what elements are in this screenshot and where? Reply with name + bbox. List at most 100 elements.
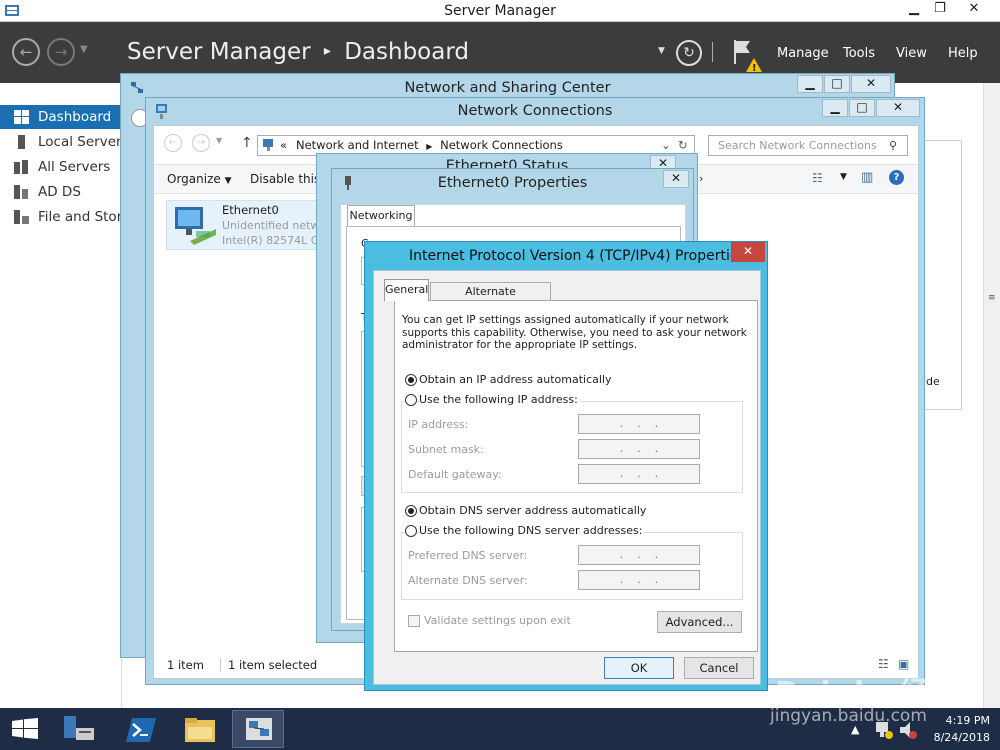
adapter-device: Intel(R) 82574L Gig (222, 234, 322, 247)
back-icon[interactable]: ← (12, 38, 40, 66)
window-title: Server Manager (444, 3, 556, 19)
menu-view[interactable]: View (896, 46, 927, 61)
nsc-close-button[interactable]: ✕ (851, 75, 891, 93)
preferred-dns-field[interactable]: ... (578, 545, 700, 565)
server-manager-taskbar-icon (64, 716, 94, 740)
alternate-dns-field[interactable]: ... (578, 570, 700, 590)
obtain-ip-auto-radio[interactable] (405, 374, 417, 386)
tab-alternate-configuration[interactable]: Alternate Configuration (430, 282, 551, 316)
taskbar-powershell[interactable] (114, 710, 166, 748)
adapter-ethernet0[interactable]: Ethernet0 Unidentified netw Intel(R) 825… (166, 200, 326, 250)
use-static-ip-radio[interactable] (405, 394, 417, 406)
history-dropdown-icon[interactable]: ▼ (80, 44, 88, 55)
tab-networking[interactable]: Networking (347, 205, 415, 227)
minimize-button[interactable]: ▁ (900, 0, 928, 20)
watermark-url: jingyan.baidu.com (770, 706, 927, 726)
sidebar-item-label: File and Stora (38, 209, 122, 225)
forward-icon[interactable]: → (47, 38, 75, 66)
validate-checkbox[interactable] (408, 615, 420, 627)
taskbar-network-connections[interactable] (232, 710, 284, 748)
netconn-minimize-button[interactable]: ▁ (822, 99, 848, 117)
header-divider (712, 42, 713, 62)
breadcrumb: Server Manager ▸ Dashboard (127, 39, 469, 65)
use-static-ip-label[interactable]: Use the following IP address: (419, 393, 580, 406)
address-network-icon (263, 139, 273, 151)
sidebar-item-ad-ds[interactable]: AD DS (0, 180, 122, 204)
preview-pane-icon[interactable]: ▥ (861, 170, 873, 185)
nsc-maximize-button[interactable]: □ (824, 75, 850, 93)
address-prefix: « (280, 138, 288, 152)
menu-manage[interactable]: Manage (777, 46, 829, 61)
nsc-minimize-button[interactable]: ▁ (797, 75, 823, 93)
preferred-dns-label: Preferred DNS server: (408, 549, 528, 562)
general-tab-panel: You can get IP settings assigned automat… (394, 300, 758, 652)
netconn-back-icon[interactable]: ← (164, 134, 182, 152)
sidebar-item-local-server[interactable]: Local Server (0, 130, 122, 154)
start-windows-icon[interactable] (12, 718, 38, 740)
obtain-ip-auto-label[interactable]: Obtain an IP address automatically (419, 373, 612, 386)
close-button[interactable]: ✕ (952, 0, 996, 20)
sidebar-item-dashboard[interactable]: Dashboard (0, 105, 122, 129)
clock-time[interactable]: 4:19 PM (930, 714, 990, 727)
notifications-flag-icon[interactable]: ! (732, 38, 766, 74)
search-input[interactable]: Search Network Connections ⚲ (708, 135, 908, 156)
adapter-status: Unidentified netw (222, 219, 320, 232)
eth-props-close-button[interactable]: ✕ (663, 170, 689, 188)
cancel-button[interactable]: Cancel (684, 657, 754, 679)
server-manager-titlebar: Server Manager ▁ ❐ ✕ (0, 0, 1000, 22)
server-icon (18, 135, 25, 149)
help-icon[interactable]: ? (889, 170, 904, 185)
address-part-1[interactable]: Network and Internet (296, 138, 419, 152)
use-static-dns-radio[interactable] (405, 525, 417, 537)
file-explorer-icon (185, 718, 215, 742)
netconn-up-icon[interactable]: ↑ (241, 135, 253, 151)
view-options-icon[interactable]: ☷ (812, 171, 823, 185)
clock-date[interactable]: 8/24/2018 (925, 731, 990, 744)
netconn-forward-icon[interactable]: → (192, 134, 210, 152)
view-dropdown-icon[interactable]: ▼ (840, 172, 847, 182)
address-part-2[interactable]: Network Connections (440, 138, 563, 152)
search-icon[interactable]: ⚲ (889, 136, 897, 155)
use-static-dns-label[interactable]: Use the following DNS server addresses: (419, 524, 645, 537)
search-placeholder: Search Network Connections (718, 139, 877, 152)
nsc-title: Network and Sharing Center (404, 80, 611, 96)
background-tile-text: ide (923, 375, 940, 388)
menu-tools[interactable]: Tools (843, 46, 875, 61)
dashboard-icon (14, 110, 29, 124)
obtain-dns-auto-label[interactable]: Obtain DNS server address automatically (419, 504, 646, 517)
validate-label[interactable]: Validate settings upon exit (424, 614, 571, 627)
tab-general[interactable]: General (384, 279, 429, 301)
taskbar-server-manager[interactable] (52, 710, 104, 748)
sidebar-item-label: All Servers (38, 159, 111, 175)
address-separator-icon: ▶ (426, 142, 433, 151)
netconn-maximize-button[interactable]: □ (849, 99, 875, 117)
alternate-dns-label: Alternate DNS server: (408, 574, 528, 587)
ethernet-adapter-icon (175, 207, 216, 245)
main-scrollbar[interactable]: ≡ (983, 83, 1000, 708)
ipv4-description: You can get IP settings assigned automat… (402, 314, 747, 351)
eth-props-title: Ethernet0 Properties (437, 175, 588, 191)
refresh-icon[interactable]: ↻ (676, 40, 702, 66)
sidebar-item-file-storage[interactable]: File and Stora (0, 205, 122, 229)
sidebar: Dashboard Local Server All Servers AD DS… (0, 83, 122, 708)
netconn-close-button[interactable]: ✕ (876, 99, 920, 117)
sidebar-item-all-servers[interactable]: All Servers (0, 155, 122, 179)
subnet-mask-field[interactable]: ... (578, 439, 700, 459)
menu-help[interactable]: Help (948, 46, 978, 61)
refresh-dropdown-icon[interactable]: ▼ (658, 46, 665, 56)
maximize-button[interactable]: ❐ (928, 0, 952, 20)
default-gateway-field[interactable]: ... (578, 464, 700, 484)
obtain-dns-auto-radio[interactable] (405, 505, 417, 517)
taskbar-file-explorer[interactable] (174, 710, 226, 748)
organize-menu[interactable]: Organize ▼ (167, 172, 232, 186)
breadcrumb-current: Dashboard (344, 39, 470, 65)
sidebar-item-label: Dashboard (38, 109, 112, 125)
breadcrumb-root[interactable]: Server Manager (127, 39, 311, 65)
ipv4-close-button[interactable]: ✕ (731, 242, 765, 262)
more-commands-icon[interactable]: › (699, 172, 703, 185)
advanced-button[interactable]: Advanced... (657, 611, 742, 633)
scrollbar-grip-icon: ≡ (988, 293, 996, 303)
ok-button[interactable]: OK (604, 657, 674, 679)
ip-address-field[interactable]: ... (578, 414, 700, 434)
netconn-history-icon[interactable]: ▼ (216, 136, 222, 145)
